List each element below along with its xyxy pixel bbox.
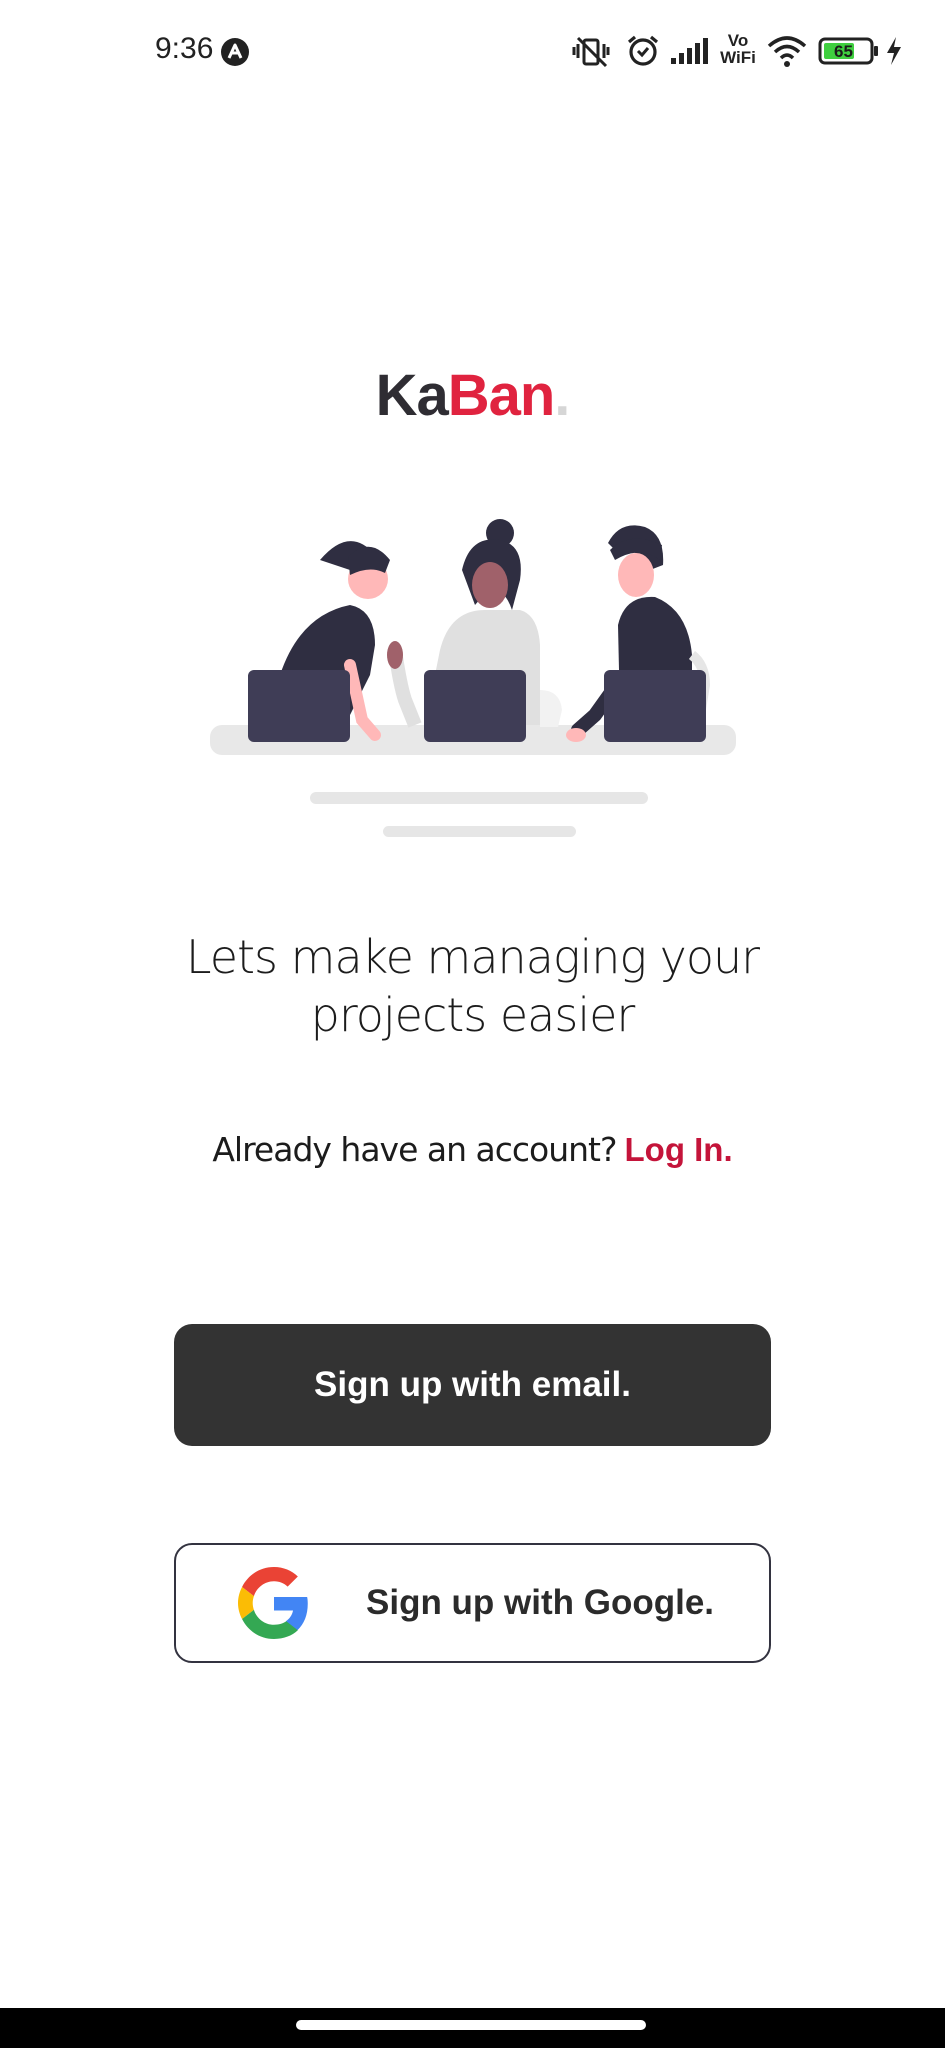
- team-illustration: [210, 519, 736, 837]
- login-link[interactable]: Log In.: [625, 1131, 733, 1168]
- status-time: 9:36: [155, 32, 214, 65]
- account-prompt-text: Already have an account?: [212, 1130, 617, 1169]
- vibrate-off-icon: [572, 36, 610, 68]
- google-logo-icon: [238, 1567, 308, 1639]
- app-notification-icon: [221, 38, 249, 66]
- cellular-signal-icon: [671, 38, 708, 64]
- status-bar: 9:36 Vo WiFi 65: [0, 0, 945, 104]
- signup-google-button[interactable]: Sign up with Google.: [174, 1543, 771, 1663]
- account-prompt: Already have an account? Log In.: [0, 1130, 945, 1169]
- charging-icon: [887, 37, 901, 65]
- wifi-icon: [767, 36, 807, 67]
- tagline-line-1: Lets make managing your: [185, 930, 760, 984]
- logo-part-ka: Ka: [375, 363, 449, 428]
- home-gesture-handle[interactable]: [296, 2020, 646, 2030]
- tagline: Lets make managing your projects easier: [0, 928, 945, 1044]
- app-logo: KaBan.: [0, 362, 945, 429]
- vowifi-icon: Vo WiFi: [720, 31, 756, 67]
- alarm-icon: [627, 35, 659, 66]
- signup-google-label: Sign up with Google.: [366, 1583, 715, 1622]
- signup-email-label: Sign up with email.: [314, 1365, 631, 1404]
- battery-level: 65: [834, 42, 853, 61]
- tagline-line-2: projects easier: [310, 988, 636, 1042]
- signup-email-button[interactable]: Sign up with email.: [174, 1324, 771, 1446]
- logo-part-ban: Ban: [447, 363, 556, 428]
- logo-dot: .: [554, 363, 570, 428]
